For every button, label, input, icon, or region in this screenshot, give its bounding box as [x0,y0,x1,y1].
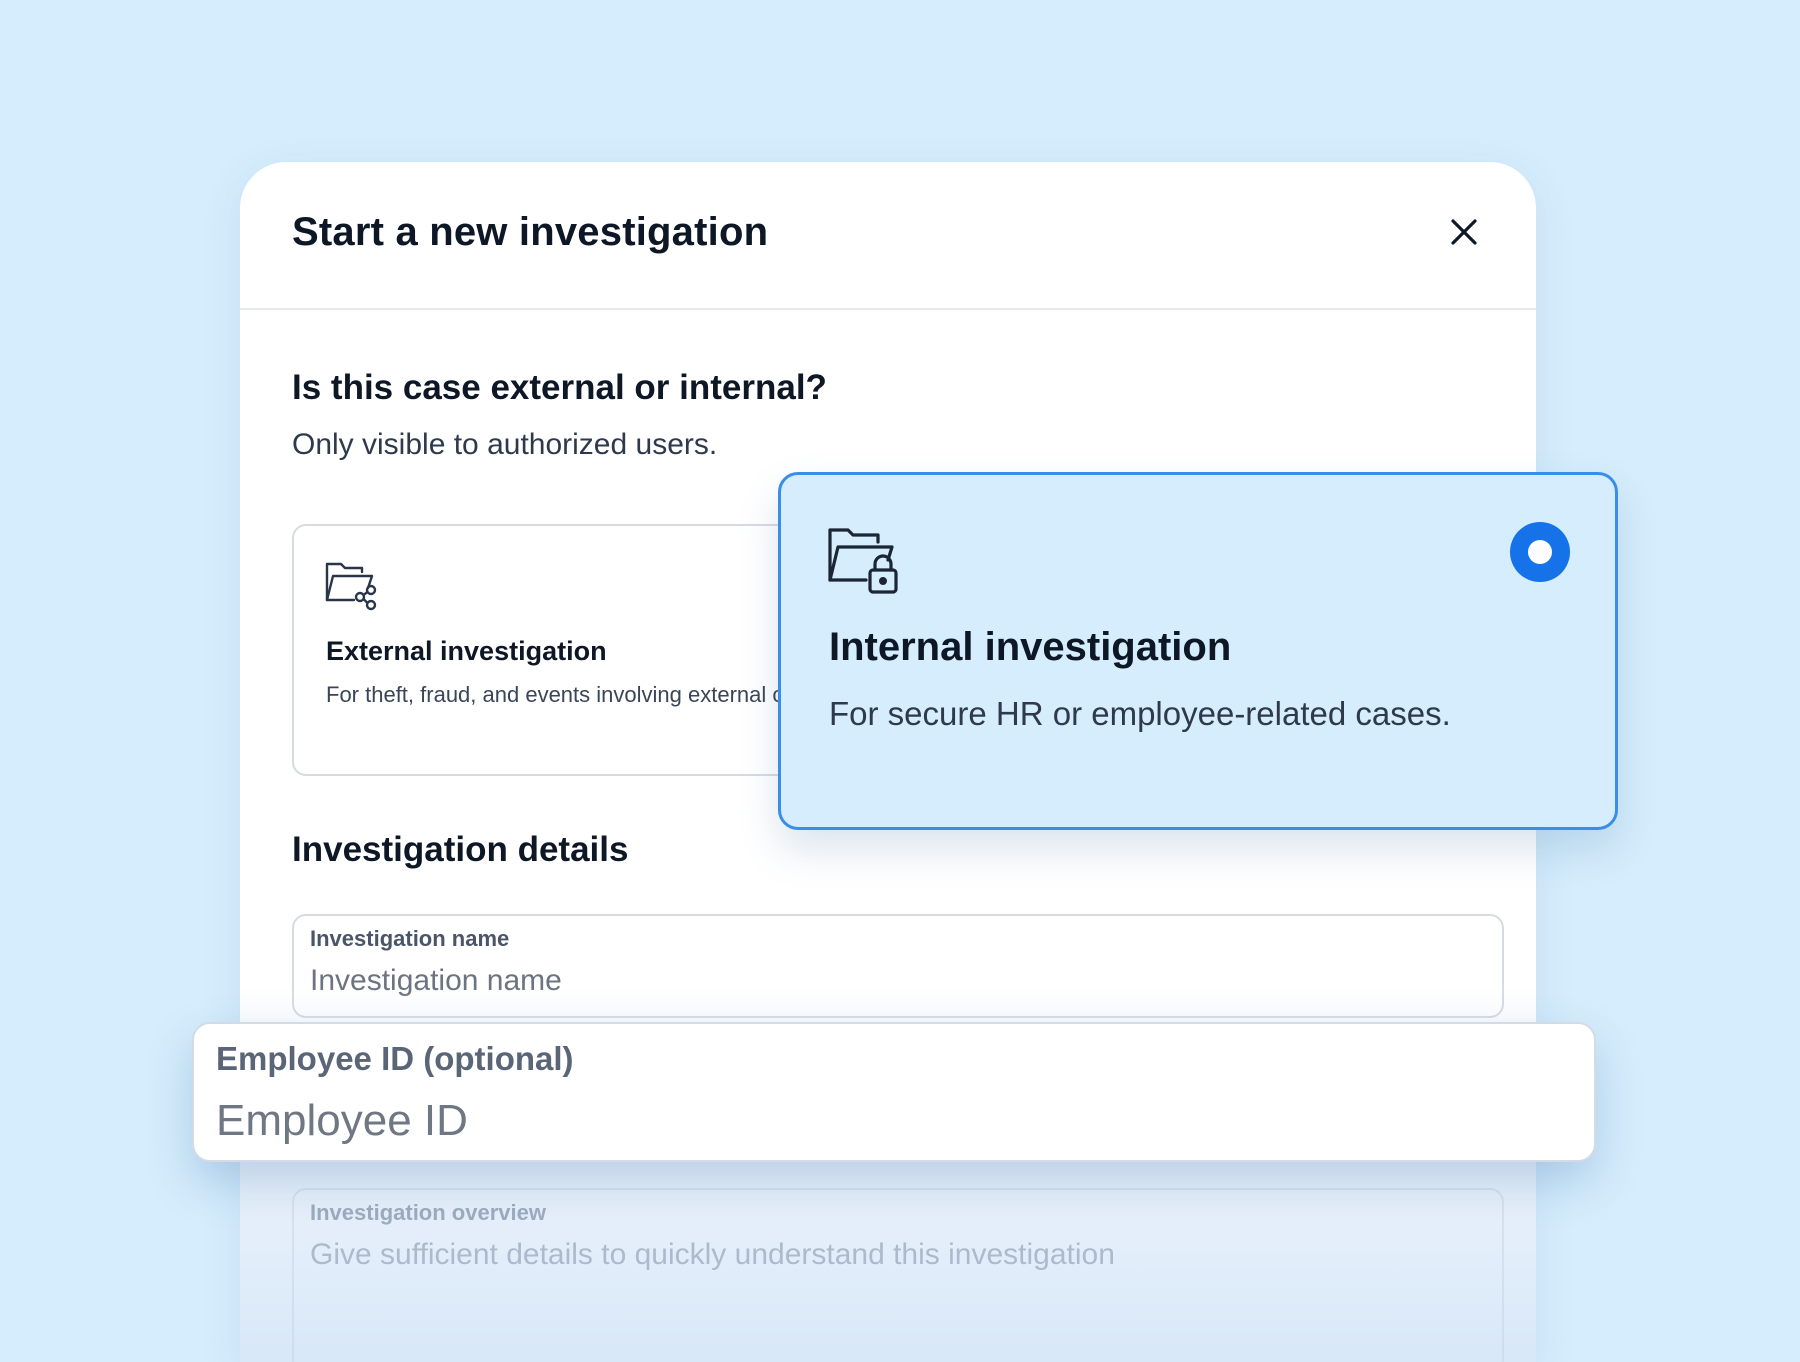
close-button[interactable] [1444,212,1484,252]
close-icon [1451,219,1477,245]
investigation-name-label: Investigation name [310,926,510,951]
details-title: Investigation details [292,830,629,869]
folder-share-icon [324,556,380,612]
internal-investigation-card[interactable]: Internal investigation For secure HR or … [778,472,1618,830]
employee-id-field[interactable]: Employee ID (optional) Employee ID [192,1022,1596,1162]
modal-header: Start a new investigation [240,162,1536,310]
modal-title: Start a new investigation [292,210,769,254]
radio-selected-dot [1528,540,1552,564]
investigation-name-field[interactable]: Investigation name Investigation name [292,914,1504,1018]
internal-card-description: For secure HR or employee-related cases. [829,695,1451,732]
case-type-subtitle: Only visible to authorized users. [292,428,718,461]
investigation-overview-label: Investigation overview [310,1200,546,1225]
external-card-title: External investigation [326,636,607,666]
internal-card-title: Internal investigation [829,625,1232,669]
folder-lock-icon [826,520,902,596]
investigation-overview-input[interactable]: Give sufficient details to quickly under… [310,1238,1115,1272]
employee-id-input[interactable]: Employee ID [216,1096,468,1146]
investigation-name-input[interactable]: Investigation name [310,964,562,998]
internal-radio-button[interactable] [1510,522,1570,582]
employee-id-label: Employee ID (optional) [216,1040,574,1077]
case-type-title: Is this case external or internal? [292,368,827,407]
